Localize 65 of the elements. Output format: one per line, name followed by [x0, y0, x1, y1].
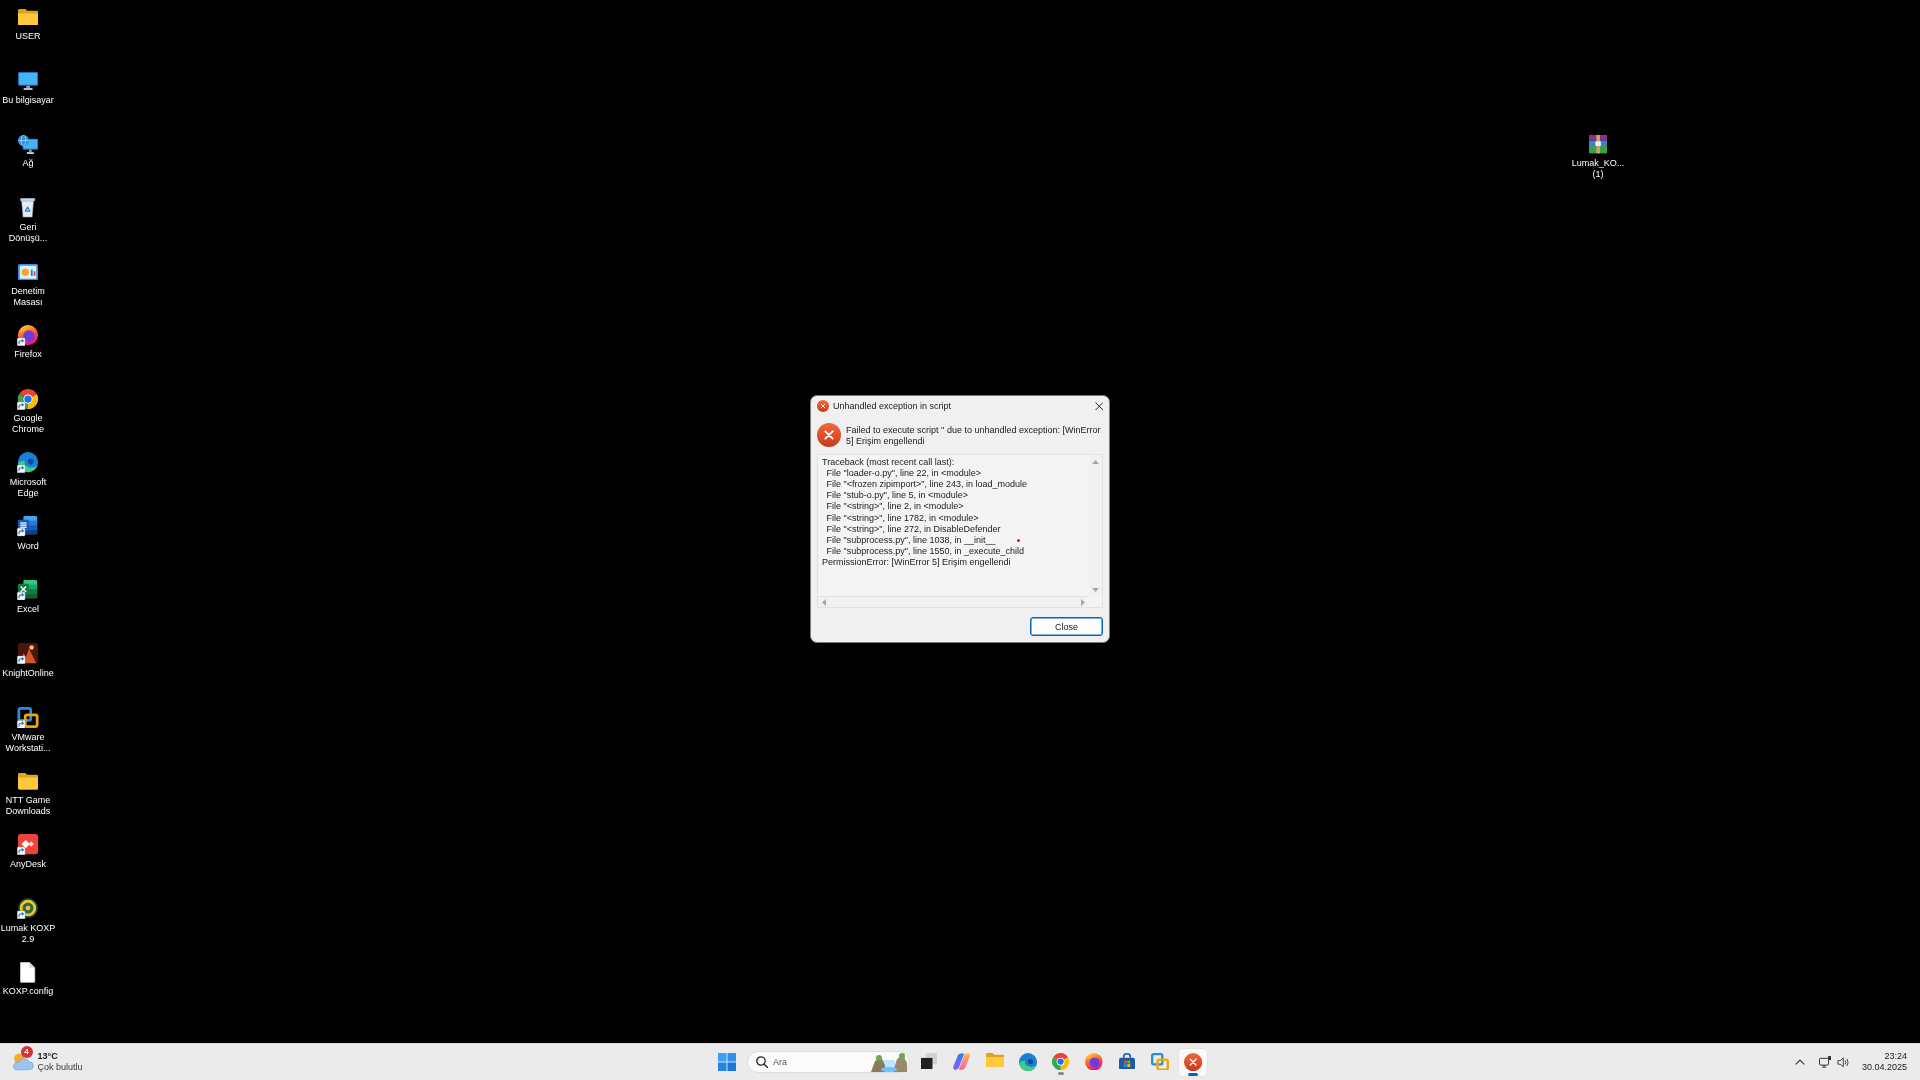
- notification-badge: 4: [20, 1046, 33, 1059]
- traceback-line: File "subprocess.py", line 1038, in __init__: [825, 534, 996, 547]
- scroll-up-icon[interactable]: [1092, 460, 1099, 464]
- clock-time[interactable]: 23:24: [1884, 1051, 1907, 1062]
- desktop-item[interactable]: USER: [15, 6, 41, 42]
- desktop-item[interactable]: Firefox: [14, 324, 42, 361]
- vmware-icon: [1151, 1052, 1169, 1071]
- search-input[interactable]: Ara: [773, 1055, 866, 1069]
- window-title: Unhandled exception in script: [833, 401, 953, 411]
- desktop-item[interactable]: KnightOnline: [2, 642, 54, 679]
- traceback-line: File "stub-o.py", line 5, in <module>: [825, 490, 968, 502]
- desktop-item[interactable]: Google Chrome: [0, 388, 56, 436]
- speaker-icon[interactable]: [1837, 1056, 1850, 1068]
- desktop-item[interactable]: Word: [17, 515, 39, 552]
- desktop-item[interactable]: Bu bilgisayar: [2, 69, 54, 106]
- chrome-icon: [1052, 1052, 1070, 1070]
- desktop-item[interactable]: KOXP.config: [2, 961, 54, 998]
- weather-condition: Çok bulutlu: [37, 1062, 83, 1074]
- desktop-item[interactable]: AnyDesk: [10, 833, 46, 870]
- running-indicator: [1188, 1072, 1198, 1076]
- traceback-line: PermissionError: [WinError 5] Erişim engellendi: [822, 557, 1011, 569]
- desktop-item[interactable]: NTT Game Downloads: [0, 770, 56, 818]
- dot-icon: [1017, 538, 1020, 542]
- weather-temperature: 13°C: [37, 1050, 59, 1062]
- traceback-line: File "subprocess.py", line 1550, in _execute_child: [825, 546, 1024, 558]
- edge-icon: [1019, 1052, 1037, 1071]
- waterfall-illustration: [871, 1052, 907, 1072]
- error-icon: [1183, 1052, 1203, 1071]
- traceback-line: Traceback (most recent call last):: [822, 456, 955, 468]
- desktop-item[interactable]: VMware Workstati...: [0, 706, 56, 754]
- chevron-up-icon[interactable]: [1794, 1059, 1805, 1065]
- sun-cloud-icon[interactable]: [13, 1053, 34, 1071]
- desktop-item[interactable]: Geri Dönüşü...: [0, 197, 56, 245]
- windows-logo-icon: [718, 1053, 736, 1071]
- error-icon: [817, 400, 829, 412]
- traceback-line: File "<string>", line 272, in DisableDefender: [825, 523, 1001, 535]
- traceback-text-area[interactable]: [817, 454, 1103, 608]
- monitor-icon[interactable]: [1818, 1056, 1832, 1068]
- firefox-icon: [1085, 1052, 1103, 1071]
- clock-date[interactable]: 30.04.2025: [1861, 1062, 1907, 1073]
- scroll-right-icon[interactable]: [1081, 598, 1085, 606]
- horizontal-scrollbar[interactable]: [818, 596, 1089, 607]
- error-message: Failed to execute script '' due to unhandled exception: [WinError 5] Erişim engellendi: [846, 424, 1102, 447]
- copilot-icon: [953, 1052, 971, 1070]
- close-button[interactable]: Close: [1030, 617, 1103, 636]
- traceback-line: File "<string>", line 1782, in <module>: [825, 512, 979, 524]
- traceback-line: File "<string>", line 2, in <module>: [825, 501, 964, 513]
- traceback-line: File "<frozen zipimport>", line 243, in load_module: [825, 478, 1027, 491]
- desktop-item[interactable]: Excel: [17, 579, 39, 616]
- search-icon: [756, 1056, 768, 1068]
- desktop-item[interactable]: Ağ: [17, 133, 39, 170]
- desktop-item[interactable]: Microsoft Edge: [0, 451, 56, 499]
- running-indicator: [1058, 1071, 1064, 1075]
- store-bag-icon: [1119, 1052, 1135, 1070]
- error-icon: [817, 423, 841, 447]
- search-bar[interactable]: Ara: [747, 1051, 910, 1073]
- task-view-icon: [920, 1052, 938, 1069]
- folder-icon: [986, 1052, 1004, 1068]
- scroll-down-icon[interactable]: [1092, 588, 1099, 592]
- scroll-left-icon[interactable]: [822, 598, 826, 606]
- desktop-item[interactable]: Lumak KOXP 2.9: [0, 897, 56, 945]
- desktop-item[interactable]: Denetim Masası: [0, 260, 56, 308]
- close-icon[interactable]: [1094, 401, 1103, 411]
- traceback-line: File "loader-o.py", line 22, in <module>: [825, 467, 981, 479]
- desktop-item[interactable]: Lumak_KO... (1): [1570, 133, 1626, 181]
